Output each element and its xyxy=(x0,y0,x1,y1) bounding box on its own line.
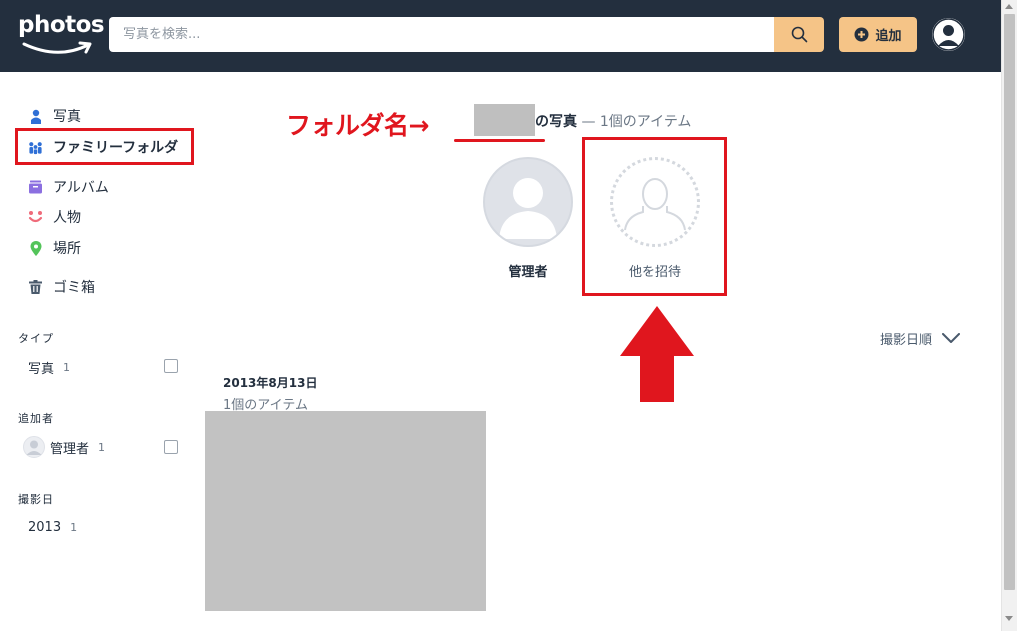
annotation-up-arrow-icon xyxy=(620,306,694,402)
user-silhouette-icon xyxy=(499,178,557,239)
group-date-heading: 2013年8月13日 xyxy=(223,376,318,390)
filter-checkbox-added-by-admin[interactable] xyxy=(164,440,178,454)
filter-heading-added-by: 追加者 xyxy=(18,412,54,425)
sidebar-item-albums[interactable]: アルバム xyxy=(28,177,109,197)
invite-avatar xyxy=(610,157,700,247)
sidebar-item-people[interactable]: 人物 xyxy=(28,207,81,227)
member-label: 他を招待 xyxy=(628,265,681,280)
logo-text: photos xyxy=(18,12,105,38)
sidebar-item-label: ゴミ箱 xyxy=(53,280,95,296)
scroll-thumb[interactable] xyxy=(1004,14,1015,590)
search-button[interactable] xyxy=(774,17,824,52)
member-label: 管理者 xyxy=(508,265,548,280)
filter-row-type-photo: 写真 1 xyxy=(28,358,70,377)
add-button[interactable]: 追加 xyxy=(839,17,917,52)
invite-others-button[interactable]: 他を招待 xyxy=(610,157,700,280)
family-icon xyxy=(28,140,43,155)
annotation-underline xyxy=(454,139,545,142)
annotation-folder-name-label: フォルダ名→ xyxy=(286,111,429,140)
vertical-scrollbar[interactable] xyxy=(1001,0,1017,631)
top-header: photos 追加 xyxy=(0,0,1001,72)
sidebar-item-label: 写真 xyxy=(53,109,81,125)
redacted-folder-name xyxy=(474,104,535,136)
sidebar-item-label: アルバム xyxy=(53,180,109,196)
sidebar-item-label: ファミリーフォルダ xyxy=(53,140,179,156)
sort-label: 撮影日順 xyxy=(880,333,933,348)
smile-arrow-icon xyxy=(22,41,92,54)
sidebar-item-photos[interactable]: 写真 xyxy=(28,106,81,126)
plus-circle-icon xyxy=(854,27,869,42)
filter-row-added-by-admin: 管理者 1 xyxy=(23,436,105,458)
face-icon xyxy=(28,210,43,225)
filter-heading-type: タイプ xyxy=(18,332,54,345)
user-outline-icon xyxy=(624,178,686,231)
filter-row-date-2013[interactable]: 2013 1 xyxy=(28,520,77,535)
photo-thumbnail[interactable] xyxy=(205,411,486,611)
person-icon xyxy=(28,109,43,124)
search-icon xyxy=(791,26,807,43)
sidebar-item-label: 人物 xyxy=(53,210,81,226)
filter-checkbox-type-photo[interactable] xyxy=(164,359,178,373)
member-admin[interactable]: 管理者 xyxy=(483,157,573,280)
scroll-up-arrow-icon[interactable] xyxy=(1005,4,1013,9)
user-avatar-icon xyxy=(23,436,45,458)
sort-dropdown[interactable]: 撮影日順 xyxy=(880,329,961,348)
filter-count: 1 xyxy=(98,440,106,454)
folder-item-count: — 1個のアイテム xyxy=(581,114,692,130)
location-pin-icon xyxy=(28,240,43,256)
trash-icon xyxy=(28,280,43,295)
chevron-down-icon xyxy=(942,333,961,343)
member-avatar xyxy=(483,157,573,247)
filter-heading-date-taken: 撮影日 xyxy=(18,493,54,506)
filter-label: 管理者 xyxy=(50,441,90,457)
amazon-photos-logo[interactable]: photos xyxy=(18,12,105,60)
user-avatar-icon xyxy=(932,18,965,51)
filter-label: 写真 xyxy=(28,362,55,377)
sidebar-item-places[interactable]: 場所 xyxy=(28,238,81,258)
folder-title: の写真 — 1個のアイテム xyxy=(535,111,691,131)
sidebar-item-trash[interactable]: ゴミ箱 xyxy=(28,277,95,297)
folder-title-suffix: の写真 xyxy=(535,114,577,130)
search-input[interactable] xyxy=(109,17,774,52)
account-avatar-button[interactable] xyxy=(932,18,965,51)
album-icon xyxy=(28,180,43,195)
sidebar-item-label: 場所 xyxy=(53,241,81,257)
sidebar-item-family-folder[interactable]: ファミリーフォルダ xyxy=(28,137,178,157)
filter-label: 2013 xyxy=(28,520,62,535)
scroll-down-arrow-icon[interactable] xyxy=(1005,616,1013,621)
add-button-label: 追加 xyxy=(875,29,902,44)
filter-count: 1 xyxy=(63,361,71,374)
filter-count: 1 xyxy=(70,521,78,534)
